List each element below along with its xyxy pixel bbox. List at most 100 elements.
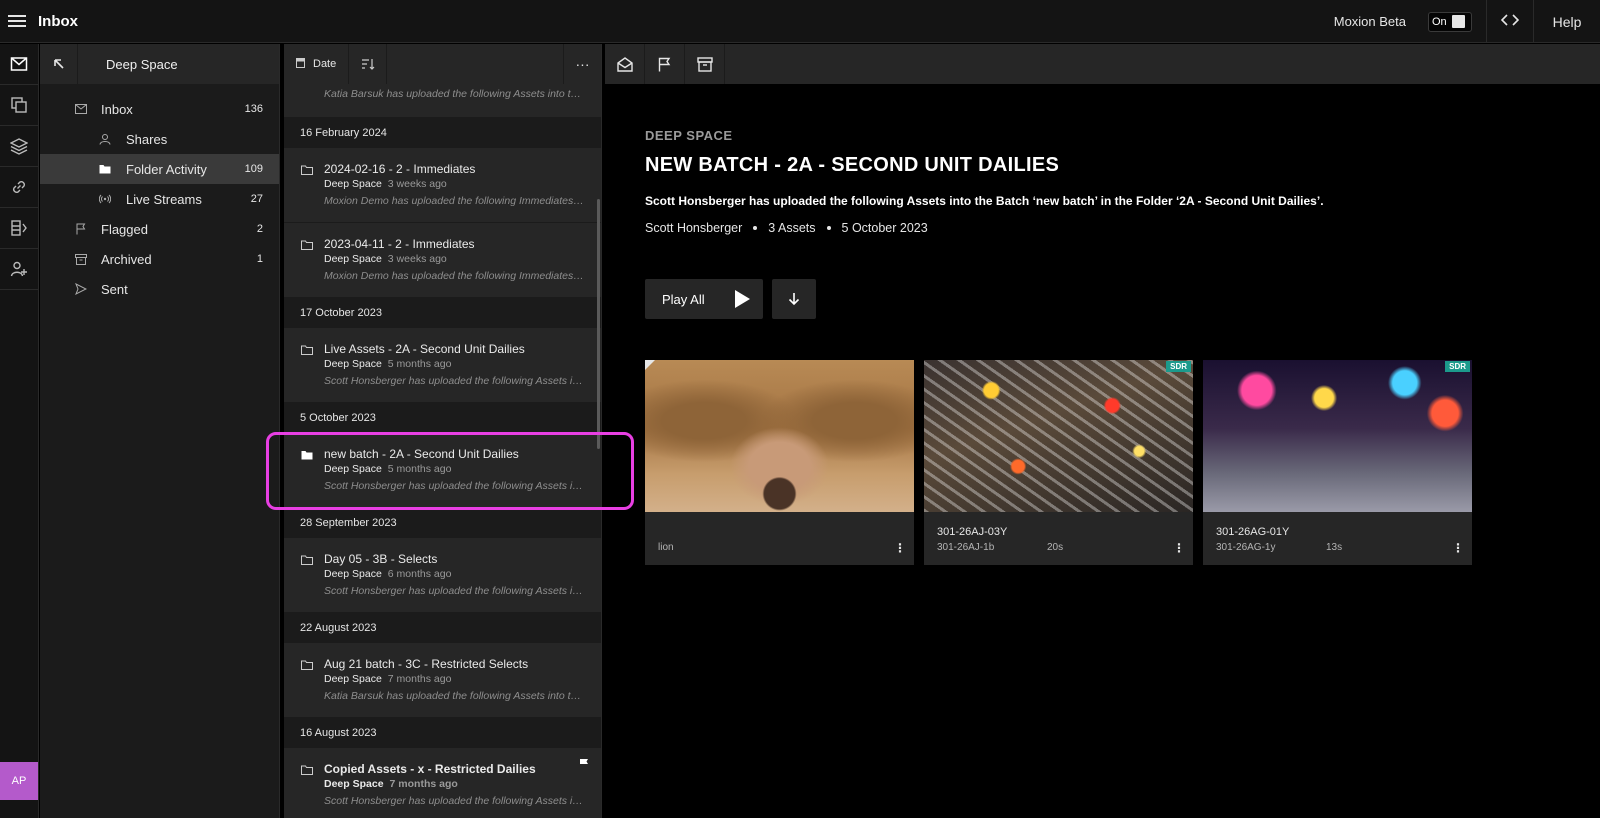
asset-thumbnail[interactable] [645,360,914,512]
sort-label: Date [313,58,337,70]
archive-button[interactable] [685,44,725,84]
tree-item-live-streams[interactable]: Live Streams 27 [40,184,279,214]
list-item[interactable]: Katia Barsuk has uploaded the following … [284,84,601,118]
list-item-description: Moxion Demo has uploaded the following I… [324,270,586,282]
help-button[interactable]: Help [1534,14,1600,30]
sort-order-button[interactable] [349,44,388,84]
tree-item-count: 136 [244,103,263,115]
sdr-badge: SDR [1166,361,1191,372]
list-item[interactable]: Day 05 - 3B - Selects Deep Space 6 months… [284,538,601,613]
mark-read-button[interactable] [605,44,645,84]
tree-item-archived[interactable]: Archived 1 [40,244,279,274]
list-item-time: 6 months ago [387,568,452,580]
list-item-title: Aug 21 batch - 3C - Restricted Selects [324,657,529,671]
list-item-description: Scott Honsberger has uploaded the follow… [324,795,586,807]
tree-item-folder-activity[interactable]: Folder Activity 109 [40,154,279,184]
back-button[interactable] [40,44,78,84]
list-item-description: Scott Honsberger has uploaded the follow… [324,585,586,597]
tree-item-flagged[interactable]: Flagged 2 [40,214,279,244]
list-scrollbar[interactable] [597,199,600,449]
asset-card[interactable]: lion ⋮ [645,360,914,565]
beta-toggle[interactable]: On [1428,11,1472,32]
asset-menu-icon[interactable]: ⋮ [1173,541,1185,555]
toggle-knob [1451,15,1465,28]
asset-thumbnail[interactable]: SDR [924,360,1193,512]
avatar[interactable]: AP [0,762,38,800]
flag-icon [658,57,671,71]
asset-thumbnail[interactable]: SDR [1203,360,1472,512]
rail-inbox-button[interactable] [0,44,38,85]
separator-dot [753,226,758,230]
list-item[interactable]: Live Assets - 2A - Second Unit Dailies D… [284,328,601,403]
asset-menu-icon[interactable]: ⋮ [894,541,906,555]
list-item-time: 7 months ago [387,673,452,685]
rail-users-button[interactable] [0,249,38,290]
date-group-header: 17 October 2023 [284,298,601,328]
arrow-up-left-icon [53,59,64,69]
list-item-time: 3 weeks ago [387,253,447,265]
list-item-folder: Deep Space [324,673,382,685]
list-item-description: Scott Honsberger has uploaded the follow… [324,375,586,387]
detail-date: 5 October 2023 [841,221,928,235]
tree-item-label: Inbox [101,101,133,117]
asset-duration: 20s [1047,542,1064,553]
list-item[interactable]: 2024-02-16 - 2 - Immediates Deep Space 3 … [284,148,601,223]
list-item-time: 7 months ago [389,778,458,790]
asset-menu-icon[interactable]: ⋮ [1452,541,1464,555]
asset-name: 301-26AG-01Y [1216,526,1290,538]
date-group-header: 16 August 2023 [284,718,601,748]
list-item-unread[interactable]: Copied Assets - x - Restricted Dailies D… [284,748,601,818]
activity-list-toolbar: Date ··· [284,44,601,84]
broadcast-icon [98,192,112,206]
rail-projects-button[interactable] [0,85,38,126]
rail-layers-button[interactable] [0,126,38,167]
activity-list: Katia Barsuk has uploaded the following … [284,84,601,818]
list-item-folder: Deep Space [324,358,382,370]
list-item-description: Scott Honsberger has uploaded the follow… [324,480,586,492]
tree-item-shares[interactable]: Shares [40,124,279,154]
list-item-folder: Deep Space [324,568,382,580]
link-icon [13,181,25,193]
detail-asset-count: 3 Assets [768,221,816,235]
list-item-time: 5 months ago [387,463,452,475]
code-embed-icon[interactable] [1487,13,1533,31]
folder-tree-title: Deep Space [106,56,178,72]
asset-duration: 13s [1326,542,1343,553]
asset-card[interactable]: SDR 301-26AJ-03Y 301-26AJ-1b 20s ⋮ [924,360,1193,565]
list-item-title: Live Assets - 2A - Second Unit Dailies [324,342,525,356]
tree-item-label: Shares [126,131,168,147]
tree-item-inbox[interactable]: Inbox 136 [40,94,279,124]
flag-icon[interactable] [579,757,589,772]
list-item-selected[interactable]: new batch - 2A - Second Unit Dailies Dee… [284,433,601,508]
copy-icon [11,97,27,113]
list-item-title: 2024-02-16 - 2 - Immediates [324,162,476,176]
corner-fold [645,360,655,370]
page-title: NEW BATCH - 2A - SECOND UNIT DAILIES [645,154,1060,176]
asset-subtitle: 301-26AG-1y [1216,542,1276,553]
play-all-button[interactable]: Play All [645,279,763,319]
download-button[interactable] [772,279,816,319]
rail-links-button[interactable] [0,167,38,208]
rail-dailies-button[interactable] [0,208,38,249]
sdr-badge: SDR [1445,361,1470,372]
flag-button[interactable] [645,44,685,84]
tree-item-sent[interactable]: Sent [40,274,279,304]
folder-tree-header: Deep Space [40,44,279,84]
date-group-header: 22 August 2023 [284,613,601,643]
folder-outline-icon [301,238,313,253]
list-item-description: Katia Barsuk has uploaded the following … [324,88,586,100]
list-item[interactable]: Aug 21 batch - 3C - Restricted Selects D… [284,643,601,718]
asset-card[interactable]: SDR 301-26AG-01Y 301-26AG-1y 13s ⋮ [1203,360,1472,565]
list-item[interactable]: 2023-04-11 - 2 - Immediates Deep Space 3 … [284,223,601,298]
list-item-title: Copied Assets - x - Restricted Dailies [324,762,536,776]
list-item-folder: Deep Space [324,253,382,265]
sort-by-date-button[interactable]: Date [284,44,350,84]
flag-icon [74,222,88,236]
tree-item-count: 1 [256,253,263,265]
more-options-icon[interactable]: ··· [563,44,601,84]
date-group-header: 28 September 2023 [284,508,601,538]
left-rail: AP [0,44,39,818]
hamburger-menu-icon[interactable] [8,12,26,30]
calendar-icon [296,57,305,71]
top-bar-right: Moxion Beta On Help [1334,0,1600,43]
